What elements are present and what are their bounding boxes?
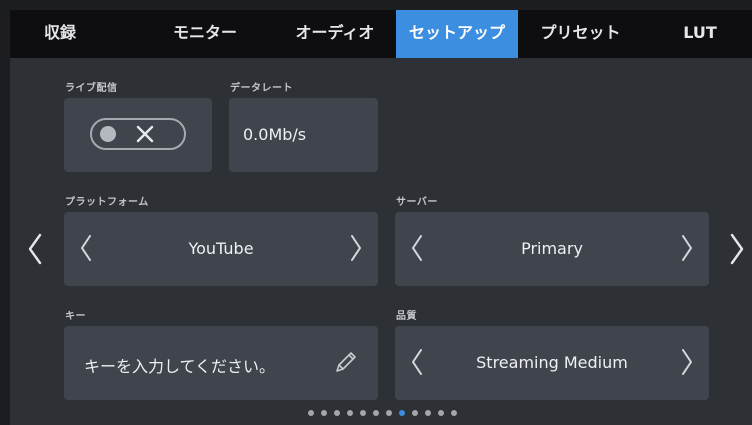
next-page-arrow-icon[interactable] xyxy=(726,231,746,267)
live-stream-toggle[interactable] xyxy=(90,118,186,150)
page-dot[interactable] xyxy=(321,410,327,416)
page-dot-current[interactable] xyxy=(399,410,405,416)
server-label: サーバー xyxy=(396,197,438,208)
page-dot[interactable] xyxy=(438,410,444,416)
tab-audio[interactable]: オーディオ xyxy=(274,10,396,58)
chevron-right-icon[interactable] xyxy=(679,232,695,264)
chevron-right-icon[interactable] xyxy=(679,346,695,378)
toggle-knob xyxy=(100,126,116,142)
data-rate-panel: 0.0Mb/s xyxy=(229,98,378,172)
chevron-right-icon[interactable] xyxy=(348,232,364,264)
server-value: Primary xyxy=(521,239,583,258)
pencil-icon[interactable] xyxy=(330,348,360,378)
page-dot[interactable] xyxy=(347,410,353,416)
page-dot[interactable] xyxy=(451,410,457,416)
page-dot[interactable] xyxy=(360,410,366,416)
tab-record[interactable]: 収録 xyxy=(10,10,110,58)
platform-label: プラットフォーム xyxy=(65,197,149,208)
page-dot[interactable] xyxy=(412,410,418,416)
data-rate-label: データレート xyxy=(230,83,293,94)
server-selector: Primary xyxy=(395,212,709,286)
platform-selector: YouTube xyxy=(64,212,378,286)
page-dot[interactable] xyxy=(308,410,314,416)
key-label: キー xyxy=(65,311,86,322)
data-rate-value: 0.0Mb/s xyxy=(243,125,307,144)
quality-label: 品質 xyxy=(396,311,417,322)
setup-content: ライブ配信 データレート 0.0Mb/s プラットフォーム YouTube サー… xyxy=(10,58,752,425)
platform-value: YouTube xyxy=(188,239,254,258)
key-placeholder: キーを入力してください。 xyxy=(84,357,276,376)
quality-value: Streaming Medium xyxy=(476,353,628,372)
page-dot[interactable] xyxy=(386,410,392,416)
key-input[interactable]: キーを入力してください。 xyxy=(64,326,378,400)
tab-presets[interactable]: プリセット xyxy=(518,10,643,58)
tab-lut[interactable]: LUT xyxy=(670,10,730,58)
tab-setup[interactable]: セットアップ xyxy=(396,10,518,58)
page-dot[interactable] xyxy=(373,410,379,416)
previous-page-arrow-icon[interactable] xyxy=(26,231,46,267)
quality-selector: Streaming Medium xyxy=(395,326,709,400)
live-stream-label: ライブ配信 xyxy=(65,83,118,94)
live-stream-panel xyxy=(64,98,212,172)
page-dot[interactable] xyxy=(334,410,340,416)
close-icon xyxy=(136,125,154,143)
page-dot[interactable] xyxy=(425,410,431,416)
tab-monitor[interactable]: モニター xyxy=(155,10,255,58)
tab-bar: 収録 モニター オーディオ セットアップ プリセット LUT xyxy=(10,10,752,58)
